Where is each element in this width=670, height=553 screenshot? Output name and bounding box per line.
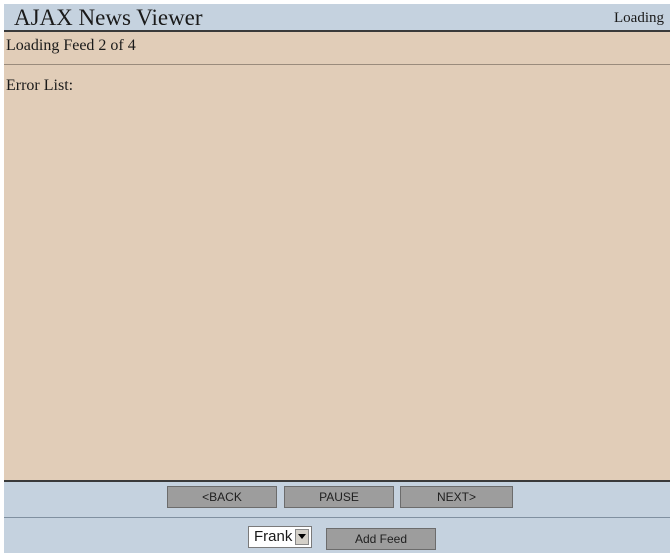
controls-bar: <BACK PAUSE NEXT> Frank Add Feed <box>4 480 670 553</box>
app-header: AJAX News Viewer Loading <box>4 4 670 32</box>
content-divider <box>4 64 670 65</box>
loading-status: Loading <box>614 10 664 26</box>
controls-divider <box>4 517 670 518</box>
user-select-value: Frank <box>254 528 293 545</box>
chevron-down-icon[interactable] <box>295 529 309 545</box>
add-feed-button[interactable]: Add Feed <box>326 528 436 550</box>
back-button[interactable]: <BACK <box>167 486 277 508</box>
news-viewer-page: AJAX News Viewer Loading Loading Feed 2 … <box>0 0 670 553</box>
app-title: AJAX News Viewer <box>14 5 203 30</box>
error-list-label: Error List: <box>6 77 74 94</box>
next-button[interactable]: NEXT> <box>400 486 513 508</box>
pause-button[interactable]: PAUSE <box>284 486 394 508</box>
user-select[interactable]: Frank <box>248 526 312 548</box>
feed-status-text: Loading Feed 2 of 4 <box>6 37 136 54</box>
feed-content-area: Loading Feed 2 of 4 Error List: <box>4 32 670 480</box>
